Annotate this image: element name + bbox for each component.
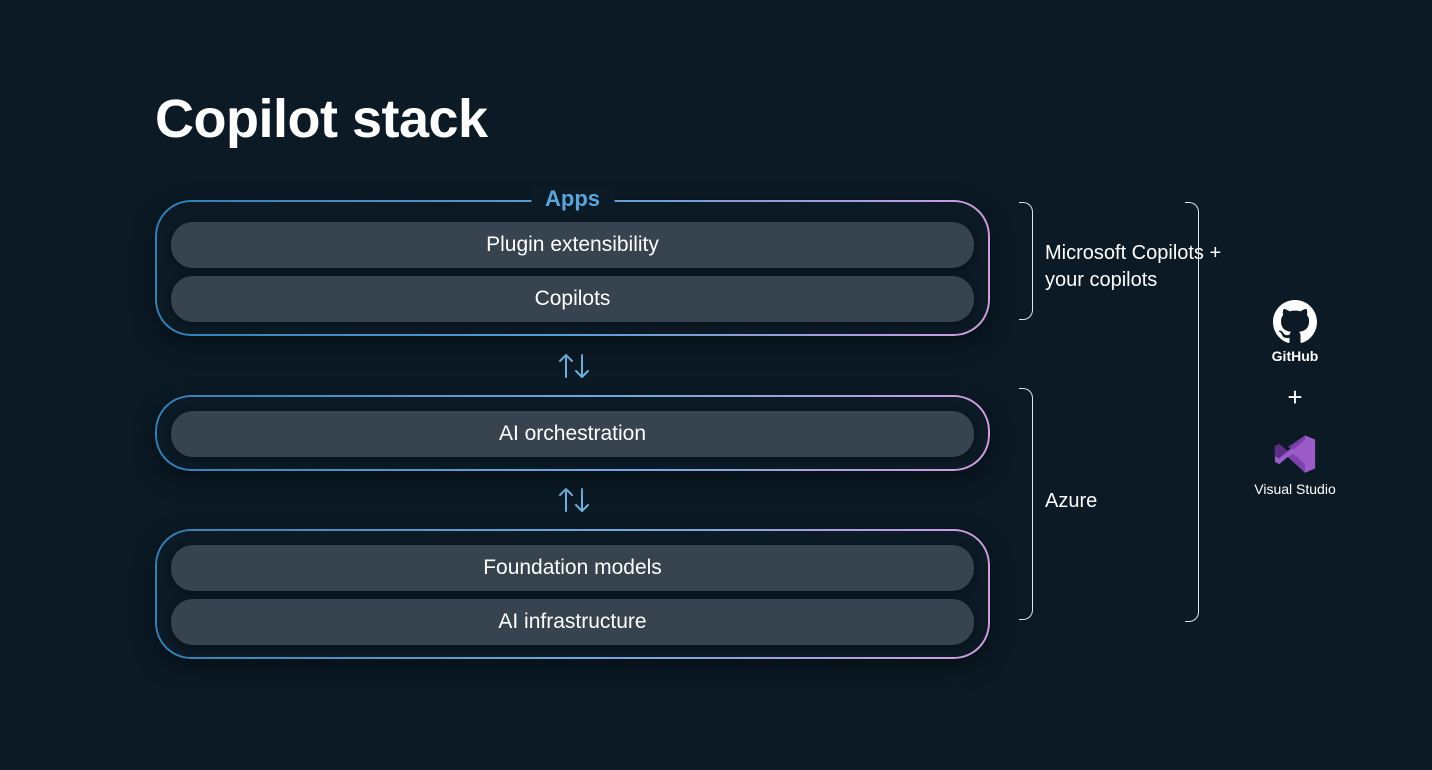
bracket-icon <box>1019 388 1033 620</box>
item-ai-infrastructure: AI infrastructure <box>171 599 974 645</box>
arrows-icon <box>155 471 990 530</box>
visual-studio-label: Visual Studio <box>1210 481 1380 497</box>
item-plugin-extensibility: Plugin extensibility <box>171 222 974 268</box>
visual-studio-logo: Visual Studio <box>1210 431 1380 497</box>
tools-column: GitHub + Visual Studio <box>1210 300 1380 497</box>
label-azure: Azure <box>1045 488 1097 515</box>
bracket-icon <box>1019 202 1033 320</box>
stack-container: Apps Plugin extensibility Copilots AI or… <box>155 200 990 659</box>
bracket-icon <box>1185 202 1199 622</box>
diagram-title: Copilot stack <box>155 88 488 150</box>
item-ai-orchestration: AI orchestration <box>171 411 974 457</box>
visual-studio-icon <box>1272 431 1318 477</box>
github-label: GitHub <box>1210 348 1380 364</box>
item-foundation-models: Foundation models <box>171 545 974 591</box>
github-logo: GitHub <box>1210 300 1380 364</box>
group-orchestration: AI orchestration <box>155 395 990 471</box>
github-icon <box>1273 300 1317 344</box>
item-copilots: Copilots <box>171 276 974 322</box>
arrows-icon <box>155 336 990 395</box>
group-apps: Apps Plugin extensibility Copilots <box>155 200 990 336</box>
group-foundation: Foundation models AI infrastructure <box>155 529 990 659</box>
plus-separator: + <box>1210 382 1380 413</box>
group-apps-label: Apps <box>531 186 614 212</box>
